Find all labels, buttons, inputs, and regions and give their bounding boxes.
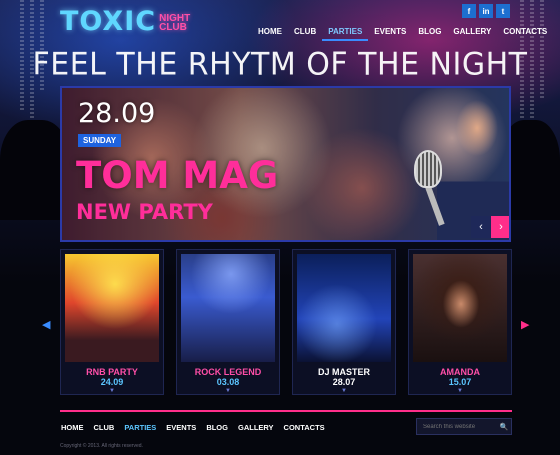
footer-nav-contacts[interactable]: CONTACTS	[279, 423, 330, 432]
event-card-date: 24.09	[100, 377, 124, 387]
event-card-date: 03.08	[216, 377, 240, 387]
chevron-down-icon: ▼	[341, 388, 347, 394]
footer-nav-gallery[interactable]: GALLERY	[233, 423, 279, 432]
event-card-image	[297, 254, 391, 362]
main-nav: HOME CLUB PARTIES EVENTS BLOG GALLERY CO…	[252, 25, 553, 41]
logo-subtext: NIGHT CLUB	[159, 14, 190, 33]
footer-nav-club[interactable]: CLUB	[89, 423, 120, 432]
footer-nav-blog[interactable]: BLOG	[201, 423, 233, 432]
footer-nav: HOME CLUB PARTIES EVENTS BLOG GALLERY CO…	[56, 423, 330, 432]
event-date: 28.09	[78, 98, 156, 129]
event-card-image	[413, 254, 507, 362]
event-card-image	[181, 254, 275, 362]
nav-item-events[interactable]: EVENTS	[368, 25, 412, 41]
search-input[interactable]	[417, 423, 497, 430]
event-card-name: RNB PARTY	[86, 367, 138, 377]
nav-item-blog[interactable]: BLOG	[412, 25, 447, 41]
search-box: 🔍	[416, 418, 512, 435]
chevron-down-icon: ▼	[109, 388, 115, 394]
carousel-next-icon[interactable]: ▶	[521, 318, 529, 331]
nav-item-contacts[interactable]: CONTACTS	[497, 25, 553, 41]
search-icon[interactable]: 🔍	[497, 423, 511, 431]
logo-text: TOXIC	[60, 6, 157, 37]
footer-nav-events[interactable]: EVENTS	[161, 423, 201, 432]
facebook-icon[interactable]: f	[462, 4, 476, 18]
nav-item-gallery[interactable]: GALLERY	[447, 25, 497, 41]
slider-prev-button[interactable]: ‹	[471, 216, 491, 238]
event-card-rock-legend[interactable]: ROCK LEGEND 03.08 ▼	[176, 249, 280, 395]
linkedin-icon[interactable]: in	[479, 4, 493, 18]
chevron-down-icon: ▼	[225, 388, 231, 394]
carousel-prev-icon[interactable]: ◀	[42, 318, 50, 331]
event-card-rnb-party[interactable]: RNB PARTY 24.09 ▼	[60, 249, 164, 395]
event-title[interactable]: TOM MAG	[76, 154, 278, 197]
event-card-amanda[interactable]: AMANDA 15.07 ▼	[408, 249, 512, 395]
site-logo[interactable]: TOXIC NIGHT CLUB	[60, 8, 190, 35]
event-subtitle: NEW PARTY	[76, 200, 213, 224]
hero-slider[interactable]: 28.09 SUNDAY TOM MAG NEW PARTY ‹ ›	[60, 86, 511, 242]
event-card-date: 28.07	[332, 377, 356, 387]
chevron-down-icon: ▼	[457, 388, 463, 394]
social-links: f in t	[462, 4, 510, 18]
twitter-icon[interactable]: t	[496, 4, 510, 18]
event-day-badge: SUNDAY	[78, 134, 122, 147]
event-card-name: AMANDA	[440, 367, 480, 377]
logo-subtext-line2: CLUB	[159, 22, 187, 33]
tagline: FEEL THE RHYTM OF THE NIGHT	[32, 46, 528, 83]
footer-nav-home[interactable]: HOME	[56, 423, 89, 432]
nav-item-parties[interactable]: PARTIES	[322, 25, 369, 41]
copyright-text: Copyright © 2013. All rights reserved.	[60, 443, 143, 449]
slider-next-button[interactable]: ›	[491, 216, 509, 238]
microphone-icon	[414, 150, 442, 188]
event-card-dj-master[interactable]: DJ MASTER 28.07 ▼	[292, 249, 396, 395]
event-card-name: DJ MASTER	[317, 367, 370, 377]
event-cards: RNB PARTY 24.09 ▼ ROCK LEGEND 03.08 ▼ DJ…	[60, 249, 512, 395]
event-card-date: 15.07	[448, 377, 472, 387]
nav-item-home[interactable]: HOME	[252, 25, 288, 41]
event-card-name: ROCK LEGEND	[194, 367, 262, 377]
footer-divider	[60, 410, 512, 412]
footer-nav-parties[interactable]: PARTIES	[119, 423, 161, 432]
nav-item-club[interactable]: CLUB	[288, 25, 322, 41]
event-card-image	[65, 254, 159, 362]
